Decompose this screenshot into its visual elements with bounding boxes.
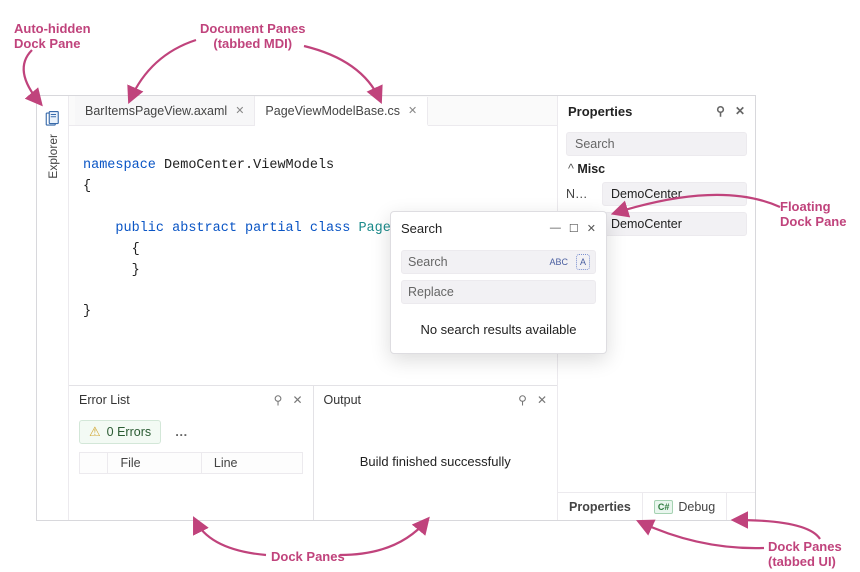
bottom-dock: Error List ⚲ ✕ ⚠ 0 Errors …	[69, 385, 557, 520]
match-case-icon[interactable]: A	[577, 255, 589, 269]
annotation-dock-panes: Dock Panes	[271, 550, 345, 565]
col-file[interactable]: File	[108, 453, 201, 474]
warning-icon: ⚠	[89, 424, 101, 440]
pin-icon[interactable]: ⚲	[274, 393, 283, 407]
annotation-dock-tabbed: Dock Panes (tabbed UI)	[768, 540, 842, 570]
tab-pageviewmodelbase[interactable]: PageViewModelBase.cs ✕	[255, 97, 428, 126]
panel-title: Error List	[79, 393, 130, 407]
panel-output: Output ⚲ ✕ Build finished successfully	[314, 386, 558, 520]
autohide-rail: Explorer	[37, 96, 69, 520]
csharp-icon: C#	[654, 500, 674, 514]
panel-error-list: Error List ⚲ ✕ ⚠ 0 Errors …	[69, 386, 314, 520]
panel-title: Properties	[568, 104, 632, 119]
tab-properties[interactable]: Properties	[558, 493, 643, 520]
replace-input[interactable]: Replace	[401, 280, 596, 304]
col-blank[interactable]	[80, 453, 108, 474]
minimize-icon[interactable]: —	[550, 222, 561, 235]
error-count-text: 0 Errors	[107, 425, 151, 439]
explorer-icon[interactable]	[44, 110, 62, 128]
pin-icon[interactable]: ⚲	[716, 104, 725, 118]
close-icon[interactable]: ✕	[587, 222, 596, 235]
close-icon[interactable]: ✕	[408, 104, 417, 117]
annotation-document-panes: Document Panes (tabbed MDI)	[200, 22, 305, 52]
tab-debug[interactable]: C# Debug	[643, 493, 727, 520]
match-word-icon[interactable]: ABC	[546, 255, 571, 269]
col-line[interactable]: Line	[201, 453, 302, 474]
replace-placeholder: Replace	[408, 285, 454, 299]
pin-icon[interactable]: ⚲	[518, 393, 527, 407]
document-tabstrip: BarItemsPageView.axaml ✕ PageViewModelBa…	[69, 96, 557, 126]
properties-search-input[interactable]: Search	[566, 132, 747, 156]
prop-value-name[interactable]: DemoCenter	[602, 182, 747, 206]
floater-title: Search	[401, 221, 442, 236]
rail-explorer-label[interactable]: Explorer	[46, 134, 60, 179]
prop-label-name: N…	[566, 187, 596, 201]
close-icon[interactable]: ✕	[235, 104, 244, 117]
right-dock-tabs: Properties C# Debug	[558, 492, 755, 520]
tab-baritemspageview[interactable]: BarItemsPageView.axaml ✕	[75, 96, 255, 125]
error-count-pill[interactable]: ⚠ 0 Errors	[79, 420, 161, 444]
tab-label: PageViewModelBase.cs	[265, 104, 400, 118]
annotation-auto-hidden: Auto-hidden Dock Pane	[14, 22, 91, 52]
maximize-icon[interactable]: ☐	[569, 222, 579, 235]
search-placeholder: Search	[408, 255, 448, 269]
close-icon[interactable]: ✕	[292, 393, 302, 407]
overflow-menu-icon[interactable]: …	[175, 424, 189, 439]
error-table: File Line	[79, 452, 303, 474]
panel-title: Output	[324, 393, 362, 407]
close-icon[interactable]: ✕	[537, 393, 547, 407]
prop-value-path[interactable]: DemoCenter	[602, 212, 747, 236]
output-message: Build finished successfully	[324, 420, 548, 469]
annotation-floating-pane: Floating Dock Pane	[780, 200, 846, 230]
section-misc[interactable]: Misc	[566, 162, 747, 176]
close-icon[interactable]: ✕	[735, 104, 745, 118]
floating-search-pane[interactable]: Search — ☐ ✕ Search ABC A Replace No sea…	[390, 211, 607, 354]
tab-label: BarItemsPageView.axaml	[85, 104, 227, 118]
search-status: No search results available	[401, 310, 596, 341]
search-input[interactable]: Search ABC A	[401, 250, 596, 274]
